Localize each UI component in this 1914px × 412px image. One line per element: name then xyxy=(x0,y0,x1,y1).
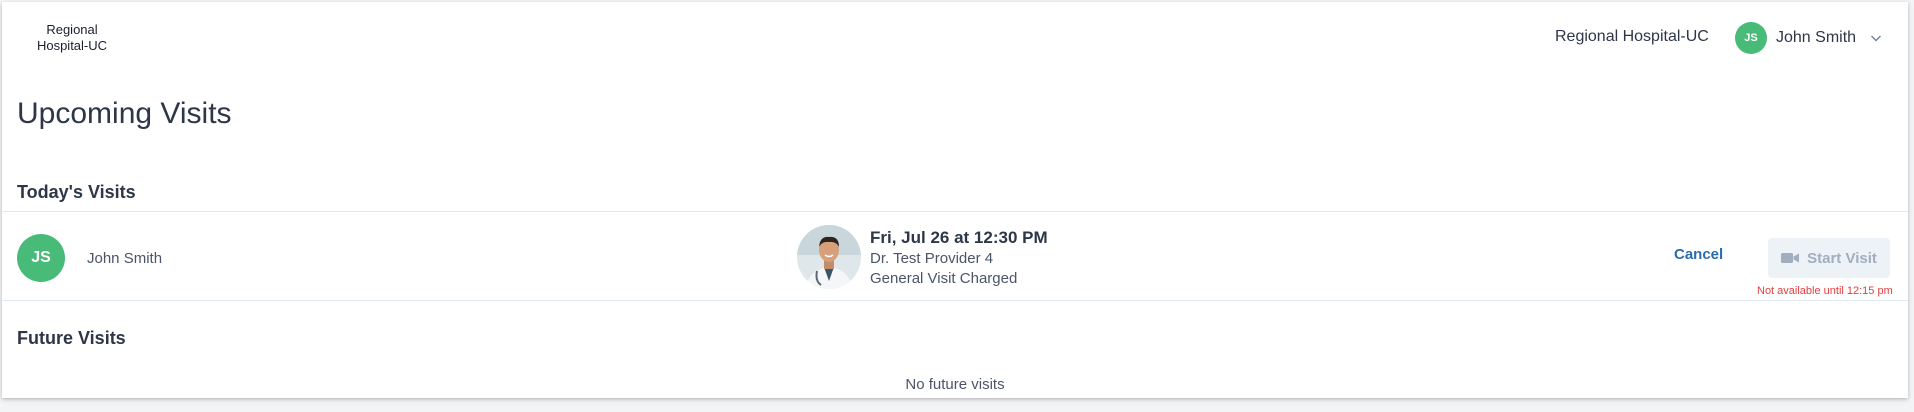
visit-details: Fri, Jul 26 at 12:30 PM Dr. Test Provide… xyxy=(870,227,1048,289)
todays-visits-heading: Today's Visits xyxy=(17,182,136,202)
video-camera-icon xyxy=(1781,253,1800,263)
divider xyxy=(2,211,1908,212)
patient-avatar: JS xyxy=(17,234,65,282)
divider xyxy=(2,300,1908,301)
visit-patient: JS John Smith xyxy=(17,234,162,282)
visit-date-time: Fri, Jul 26 at 12:30 PM xyxy=(870,228,1048,247)
future-visits-heading: Future Visits xyxy=(17,328,126,348)
page-title: Upcoming Visits xyxy=(17,97,232,130)
avatar: JS xyxy=(1735,22,1767,54)
visit-type: General Visit Charged xyxy=(870,270,1018,287)
availability-note: Not available until 12:15 pm xyxy=(1757,285,1893,297)
provider-photo xyxy=(797,225,861,289)
logo-line-2: Hospital-UC xyxy=(36,38,108,53)
start-visit-button[interactable]: Start Visit xyxy=(1768,238,1890,278)
user-menu[interactable]: JS John Smith xyxy=(1735,21,1882,55)
hospital-logo[interactable]: Regional Hospital-UC xyxy=(30,22,114,54)
empty-state-message: No future visits xyxy=(905,376,1005,393)
patient-name: John Smith xyxy=(87,249,163,267)
user-name: John Smith xyxy=(1776,29,1857,46)
chevron-down-icon xyxy=(1871,35,1882,42)
app-frame: Regional Hospital-UC Regional Hospital-U… xyxy=(2,2,1908,398)
start-visit-label: Start Visit xyxy=(1807,249,1877,267)
organization-name: Regional Hospital-UC xyxy=(1555,28,1709,45)
cancel-visit-button[interactable]: Cancel xyxy=(1674,246,1723,263)
provider-name: Dr. Test Provider 4 xyxy=(870,250,994,267)
logo-line-1: Regional xyxy=(46,22,98,37)
